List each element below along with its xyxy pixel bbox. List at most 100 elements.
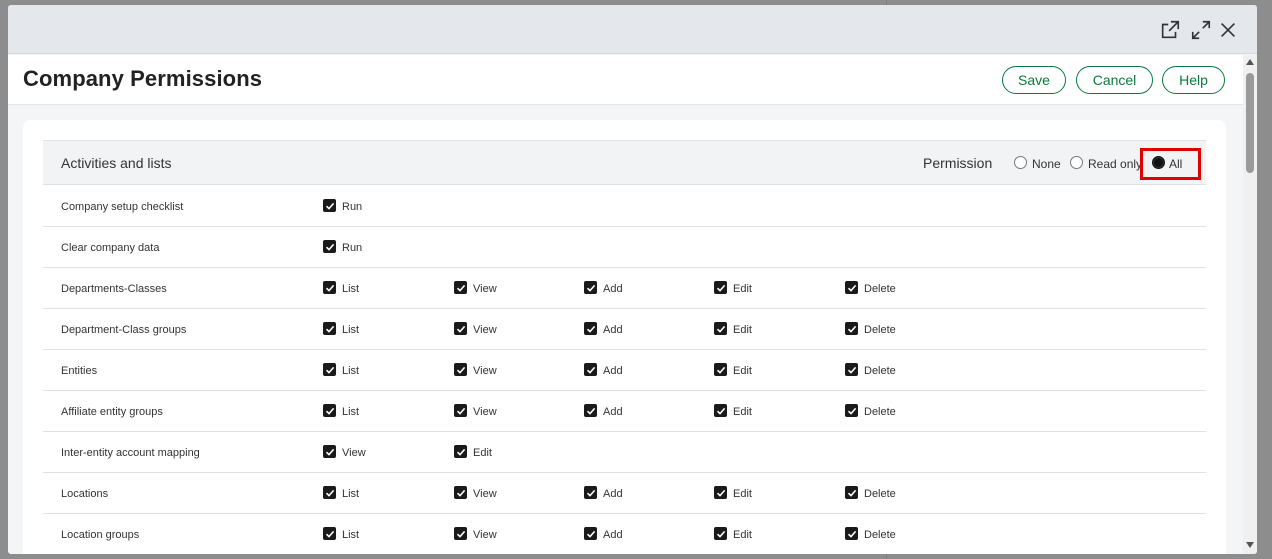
- permission-label: Add: [603, 529, 623, 541]
- checkbox-checked-icon[interactable]: [323, 445, 336, 458]
- cancel-button[interactable]: Cancel: [1076, 66, 1153, 94]
- checkbox-checked-icon[interactable]: [845, 363, 858, 376]
- permission-label: List: [342, 324, 360, 336]
- checkbox-checked-icon[interactable]: [454, 363, 467, 376]
- permission-checkbox-edit[interactable]: Edit: [714, 321, 752, 336]
- permission-checkbox-delete[interactable]: Delete: [845, 526, 896, 541]
- permission-checkbox-add[interactable]: Add: [584, 526, 623, 541]
- open-in-new-window-icon[interactable]: [1158, 18, 1182, 42]
- checkbox-checked-icon[interactable]: [323, 199, 336, 212]
- checkbox-checked-icon[interactable]: [454, 281, 467, 294]
- permission-checkbox-edit[interactable]: Edit: [714, 362, 752, 377]
- checkbox-checked-icon[interactable]: [323, 240, 336, 253]
- checkbox-checked-icon[interactable]: [714, 281, 727, 294]
- checkbox-checked-icon[interactable]: [845, 322, 858, 335]
- radio-read-only[interactable]: [1070, 156, 1083, 169]
- checkbox-checked-icon[interactable]: [714, 404, 727, 417]
- permission-checkbox-delete[interactable]: Delete: [845, 280, 896, 295]
- scroll-up-icon[interactable]: [1246, 59, 1254, 65]
- checkbox-checked-icon[interactable]: [714, 527, 727, 540]
- permission-checkbox-delete[interactable]: Delete: [845, 485, 896, 500]
- radio-read-only-label[interactable]: Read only: [1088, 157, 1142, 171]
- permission-checkbox-view[interactable]: View: [454, 526, 497, 541]
- permission-checkbox-delete[interactable]: Delete: [845, 362, 896, 377]
- permission-checkbox-view[interactable]: View: [454, 485, 497, 500]
- permission-checkbox-run[interactable]: Run: [323, 198, 362, 213]
- permission-checkbox-view[interactable]: View: [454, 362, 497, 377]
- scrollbar-thumb[interactable]: [1246, 73, 1254, 173]
- highlight-box: [1140, 148, 1201, 180]
- checkbox-checked-icon[interactable]: [454, 404, 467, 417]
- row-label: Departments-Classes: [61, 283, 167, 295]
- permission-checkbox-list[interactable]: List: [323, 526, 359, 541]
- permission-checkbox-edit[interactable]: Edit: [714, 280, 752, 295]
- checkbox-checked-icon[interactable]: [584, 527, 597, 540]
- permission-checkbox-add[interactable]: Add: [584, 485, 623, 500]
- table-row: Clear company data Run: [43, 227, 1206, 268]
- expand-icon[interactable]: [1189, 18, 1213, 42]
- permission-checkbox-list[interactable]: List: [323, 485, 359, 500]
- permission-checkbox-add[interactable]: Add: [584, 403, 623, 418]
- row-label: Entities: [61, 365, 98, 377]
- checkbox-checked-icon[interactable]: [845, 486, 858, 499]
- row-label: Locations: [61, 488, 109, 500]
- checkbox-checked-icon[interactable]: [584, 281, 597, 294]
- checkbox-checked-icon[interactable]: [454, 322, 467, 335]
- checkbox-checked-icon[interactable]: [454, 527, 467, 540]
- permission-checkbox-view[interactable]: View: [454, 321, 497, 336]
- permission-checkbox-delete[interactable]: Delete: [845, 403, 896, 418]
- checkbox-checked-icon[interactable]: [584, 486, 597, 499]
- table-row: Affiliate entity groups List View Add Edit De…: [43, 391, 1206, 432]
- row-label: Affiliate entity groups: [61, 406, 163, 418]
- save-button[interactable]: Save: [1002, 66, 1066, 94]
- checkbox-checked-icon[interactable]: [584, 363, 597, 376]
- permission-label: Delete: [864, 283, 896, 295]
- permission-checkbox-edit[interactable]: Edit: [714, 485, 752, 500]
- close-icon[interactable]: [1216, 18, 1240, 42]
- checkbox-checked-icon[interactable]: [584, 322, 597, 335]
- permission-checkbox-edit[interactable]: Edit: [714, 526, 752, 541]
- dialog-titlebar: [8, 5, 1257, 54]
- permission-checkbox-list[interactable]: List: [323, 321, 359, 336]
- checkbox-checked-icon[interactable]: [323, 363, 336, 376]
- checkbox-checked-icon[interactable]: [714, 486, 727, 499]
- permission-label: Edit: [733, 488, 752, 500]
- checkbox-checked-icon[interactable]: [845, 404, 858, 417]
- checkbox-checked-icon[interactable]: [714, 322, 727, 335]
- checkbox-checked-icon[interactable]: [845, 527, 858, 540]
- permission-checkbox-run[interactable]: Run: [323, 239, 362, 254]
- scroll-down-icon[interactable]: [1246, 542, 1254, 548]
- permission-checkbox-add[interactable]: Add: [584, 362, 623, 377]
- permission-checkbox-add[interactable]: Add: [584, 321, 623, 336]
- permission-checkbox-view[interactable]: View: [323, 444, 366, 459]
- permission-checkbox-list[interactable]: List: [323, 362, 359, 377]
- checkbox-checked-icon[interactable]: [323, 281, 336, 294]
- checkbox-checked-icon[interactable]: [323, 322, 336, 335]
- permission-label: View: [473, 365, 497, 377]
- permission-label: View: [473, 406, 497, 418]
- help-button[interactable]: Help: [1162, 66, 1225, 94]
- permission-checkbox-delete[interactable]: Delete: [845, 321, 896, 336]
- permission-label: Add: [603, 406, 623, 418]
- permission-checkbox-view[interactable]: View: [454, 280, 497, 295]
- checkbox-checked-icon[interactable]: [323, 404, 336, 417]
- checkbox-checked-icon[interactable]: [714, 363, 727, 376]
- permission-checkbox-add[interactable]: Add: [584, 280, 623, 295]
- permission-checkbox-list[interactable]: List: [323, 403, 359, 418]
- section-header: Activities and lists Permission None Rea…: [43, 140, 1206, 185]
- permission-checkbox-list[interactable]: List: [323, 280, 359, 295]
- radio-none[interactable]: [1014, 156, 1027, 169]
- checkbox-checked-icon[interactable]: [584, 404, 597, 417]
- checkbox-checked-icon[interactable]: [323, 527, 336, 540]
- checkbox-checked-icon[interactable]: [454, 445, 467, 458]
- permission-checkbox-view[interactable]: View: [454, 403, 497, 418]
- checkbox-checked-icon[interactable]: [845, 281, 858, 294]
- vertical-scrollbar[interactable]: [1243, 55, 1257, 554]
- checkbox-checked-icon[interactable]: [323, 486, 336, 499]
- table-row: Company setup checklist Run: [43, 186, 1206, 227]
- checkbox-checked-icon[interactable]: [454, 486, 467, 499]
- permission-checkbox-edit[interactable]: Edit: [454, 444, 492, 459]
- row-label: Department-Class groups: [61, 324, 187, 336]
- permission-checkbox-edit[interactable]: Edit: [714, 403, 752, 418]
- radio-none-label[interactable]: None: [1032, 157, 1061, 171]
